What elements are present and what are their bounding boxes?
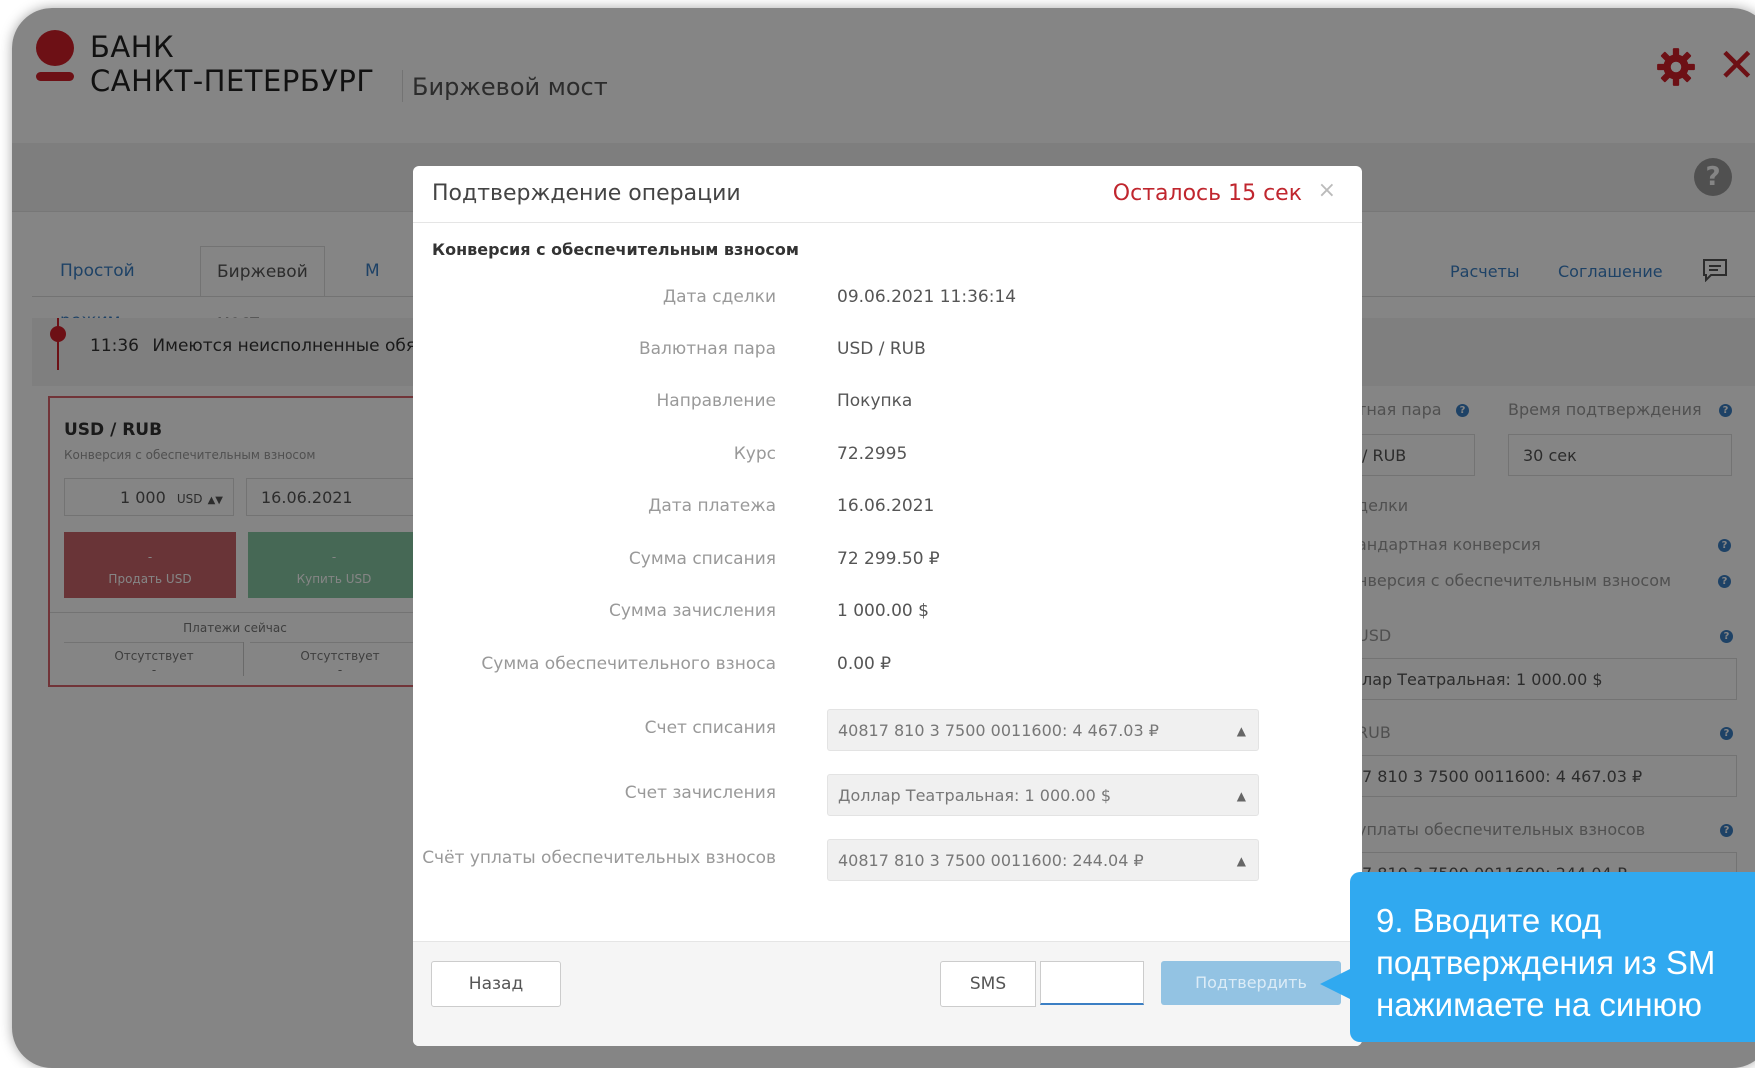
sms-code-input[interactable]: [1040, 961, 1144, 1005]
collateral-amount-value: 0.00 ₽: [837, 654, 892, 674]
instruction-callout: 9. Вводите код подтверждения из SM нажим…: [1350, 872, 1755, 1042]
credit-account-label: Счет зачисления: [624, 783, 776, 803]
credit-account-value: Доллар Театральная: 1 000.00 $: [838, 786, 1112, 805]
direction-label: Направление: [656, 391, 777, 411]
select-arrows-icon: ▲: [1236, 854, 1246, 868]
deal-date-label: Дата сделки: [662, 287, 776, 307]
dialog-subtitle: Конверсия с обеспечительным взносом: [432, 240, 799, 259]
credit-amount-value: 1 000.00 $: [837, 601, 929, 621]
select-arrows-icon: ▲: [1236, 724, 1246, 738]
debit-account-select[interactable]: 40817 810 3 7500 0011600: 4 467.03 ₽ ▲: [827, 709, 1259, 751]
debit-amount-value: 72 299.50 ₽: [837, 549, 940, 569]
select-arrows-icon: ▲: [1236, 789, 1246, 803]
deal-date-value: 09.06.2021 11:36:14: [837, 287, 1017, 307]
back-button[interactable]: Назад: [431, 961, 561, 1007]
direction-value: Покупка: [837, 391, 913, 411]
credit-amount-label: Сумма зачисления: [608, 601, 776, 621]
dialog-footer: Назад SMS Подтвердить: [413, 941, 1362, 1046]
callout-line-3: нажимаете на синюю: [1376, 986, 1703, 1023]
currency-pair-label: Валютная пара: [638, 339, 776, 359]
dialog-title: Подтверждение операции: [432, 181, 741, 206]
confirm-dialog: Подтверждение операции Осталось 15 сек ×…: [413, 166, 1362, 1046]
callout-arrow-icon: [1320, 968, 1352, 1000]
callout-line-1: 9. Вводите код: [1376, 902, 1602, 939]
callout-text: 9. Вводите код подтверждения из SM нажим…: [1376, 900, 1755, 1026]
currency-pair-value: USD / RUB: [837, 339, 926, 359]
debit-amount-label: Сумма списания: [628, 549, 776, 569]
rate-value: 72.2995: [837, 444, 908, 464]
countdown-timer: Осталось 15 сек: [1112, 181, 1302, 206]
dialog-close-icon[interactable]: ×: [1318, 178, 1336, 203]
confirm-button[interactable]: Подтвердить: [1161, 961, 1341, 1005]
collateral-account-label: Счёт уплаты обеспечительных взносов: [422, 848, 776, 868]
collateral-account-value: 40817 810 3 7500 0011600: 244.04 ₽: [838, 851, 1144, 870]
credit-account-select[interactable]: Доллар Театральная: 1 000.00 $ ▲: [827, 774, 1259, 816]
payment-date-value: 16.06.2021: [837, 496, 935, 516]
rate-label: Курс: [733, 444, 776, 464]
sms-button[interactable]: SMS: [940, 961, 1036, 1007]
debit-account-label: Счет списания: [644, 718, 776, 738]
collateral-amount-label: Сумма обеспечительного взноса: [481, 654, 776, 674]
callout-line-2: подтверждения из SM: [1376, 944, 1716, 981]
payment-date-label: Дата платежа: [648, 496, 776, 516]
collateral-account-select[interactable]: 40817 810 3 7500 0011600: 244.04 ₽ ▲: [827, 839, 1259, 881]
debit-account-value: 40817 810 3 7500 0011600: 4 467.03 ₽: [838, 721, 1159, 740]
dialog-header: Подтверждение операции Осталось 15 сек ×: [413, 166, 1362, 223]
